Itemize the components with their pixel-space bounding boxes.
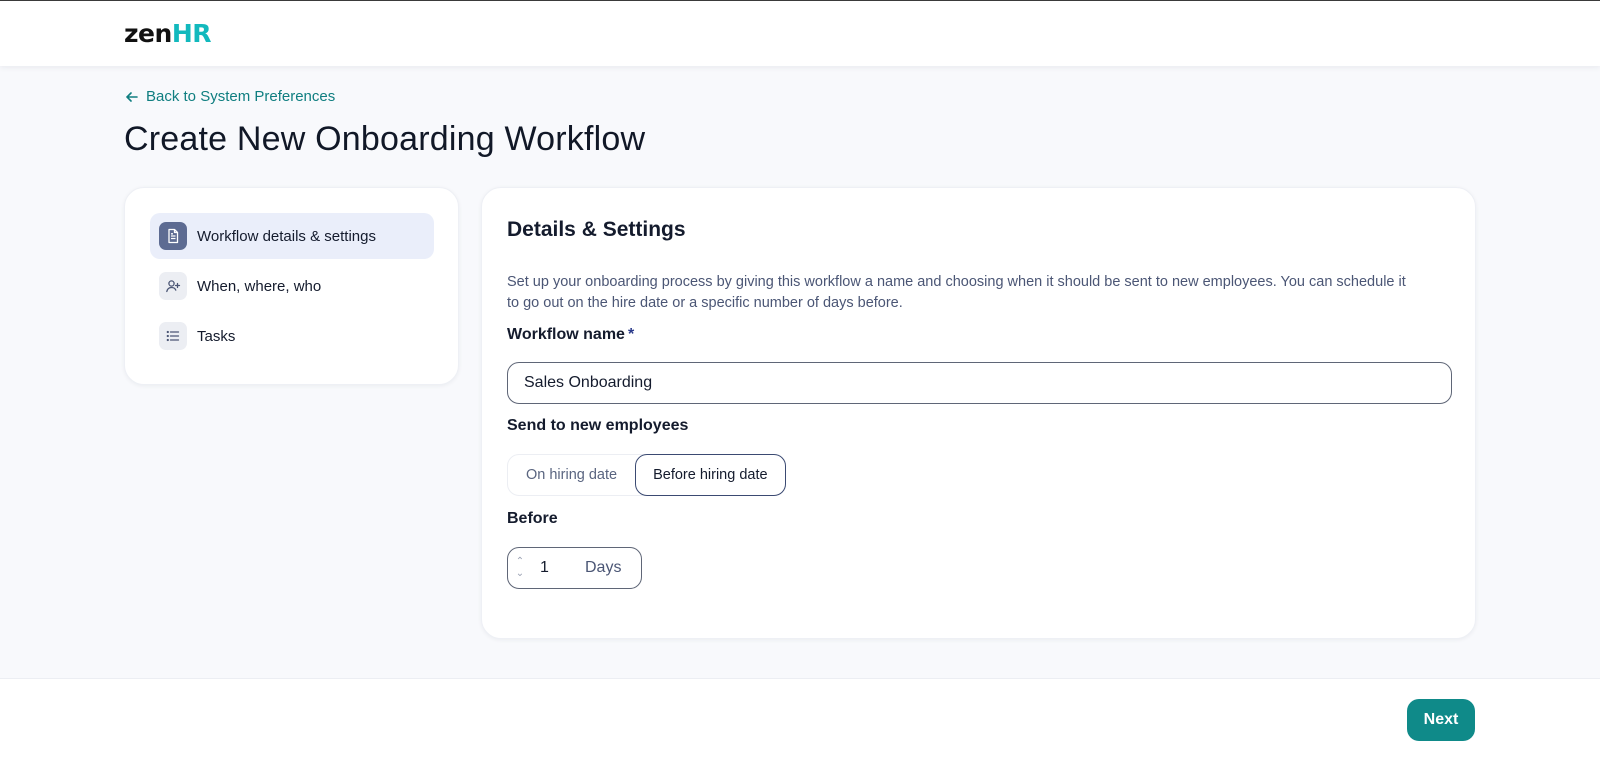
required-asterisk: * bbox=[627, 326, 635, 343]
arrow-left-icon bbox=[126, 91, 138, 102]
steps-sidebar: Workflow details & settings When, where,… bbox=[124, 187, 459, 385]
list-icon bbox=[159, 322, 187, 350]
before-label: Before bbox=[507, 510, 558, 527]
logo-zen: zen bbox=[124, 19, 172, 48]
section-title: Details & Settings bbox=[507, 218, 686, 241]
back-link-label: Back to System Preferences bbox=[146, 88, 336, 105]
step-label: Workflow details & settings bbox=[197, 227, 376, 245]
days-unit-label: Days bbox=[585, 559, 622, 576]
section-description: Set up your onboarding process by giving… bbox=[507, 274, 1406, 311]
page-title: Create New Onboarding Workflow bbox=[124, 120, 646, 158]
step-label: Tasks bbox=[197, 327, 236, 345]
footer-bar: Next bbox=[0, 678, 1600, 760]
back-to-system-preferences-link[interactable]: Back to System Preferences bbox=[124, 88, 335, 105]
step-label: When, where, who bbox=[197, 277, 322, 295]
workflow-name-label-text: Workflow name bbox=[507, 326, 625, 343]
send-to-new-employees-label: Send to new employees bbox=[507, 417, 689, 434]
chevron-down-icon[interactable]: ⌄ bbox=[516, 569, 524, 579]
document-icon bbox=[159, 222, 187, 250]
step-workflow-details[interactable]: Workflow details & settings bbox=[150, 213, 434, 259]
step-tasks[interactable]: Tasks bbox=[150, 313, 434, 359]
workflow-name-input[interactable] bbox=[507, 362, 1452, 404]
top-bar: zen HR bbox=[0, 0, 1600, 66]
stepper-arrows: ⌃ ⌄ bbox=[508, 557, 532, 579]
on-hiring-date-option[interactable]: On hiring date bbox=[508, 455, 635, 495]
days-before-stepper: ⌃ ⌄ 1 Days bbox=[507, 547, 642, 589]
step-when-where-who[interactable]: When, where, who bbox=[150, 263, 434, 309]
send-timing-toggle: On hiring date Before hiring date bbox=[507, 454, 786, 496]
logo-hr: HR bbox=[171, 19, 212, 48]
days-value-input[interactable]: 1 bbox=[532, 559, 577, 577]
workflow-name-label: Workflow name * bbox=[507, 326, 634, 344]
before-hiring-date-option[interactable]: Before hiring date bbox=[635, 454, 786, 496]
chevron-up-icon[interactable]: ⌃ bbox=[516, 557, 524, 567]
user-add-icon bbox=[159, 272, 187, 300]
details-settings-card: Details & Settings Set up your onboardin… bbox=[481, 187, 1476, 639]
zenhr-logo[interactable]: zen HR bbox=[124, 19, 212, 48]
next-button[interactable]: Next bbox=[1407, 699, 1475, 741]
